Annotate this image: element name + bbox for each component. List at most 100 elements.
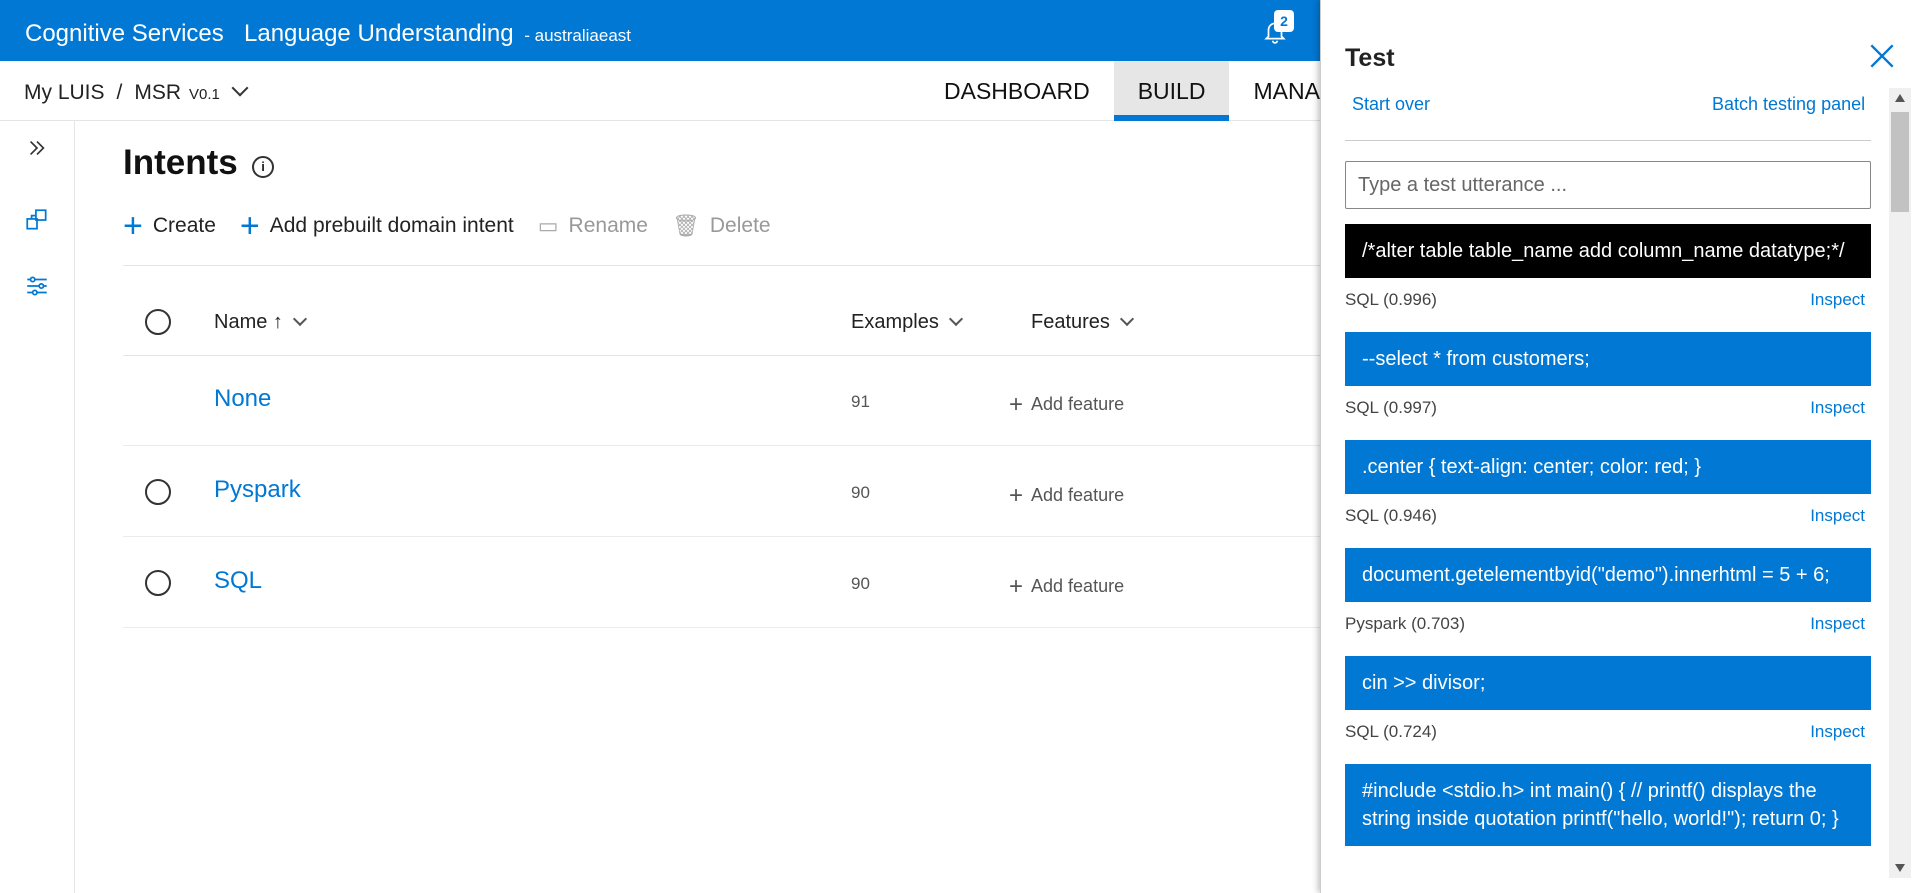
inspect-link[interactable]: Inspect [1810, 722, 1865, 742]
intent-name-link[interactable]: SQL [214, 567, 262, 595]
create-label: Create [152, 214, 216, 237]
select-all-radio[interactable] [145, 309, 171, 335]
list-item: document.getelementbyid("demo").innerhtm… [1345, 548, 1871, 656]
list-item: --select * from customers; SQL (0.997) I… [1345, 332, 1871, 440]
breadcrumb-app-name[interactable]: MSR [134, 81, 181, 104]
plus-icon: + [1009, 391, 1024, 418]
app-assets-icon[interactable] [24, 207, 50, 233]
add-feature-button[interactable]: + Add feature [1009, 480, 1125, 509]
test-utterance-input[interactable] [1345, 161, 1871, 209]
list-item: .center { text-align: center; color: red… [1345, 440, 1871, 548]
utterance-bubble[interactable]: --select * from customers; [1345, 332, 1871, 386]
utterance-bubble[interactable]: cin >> divisor; [1345, 656, 1871, 710]
column-examples-label: Examples [851, 311, 939, 333]
column-header-examples[interactable]: Examples [851, 311, 963, 334]
prediction-row: SQL (0.997) Inspect [1345, 386, 1871, 440]
breadcrumb-separator: / [116, 81, 123, 104]
add-feature-label: Add feature [1031, 485, 1125, 505]
product-title[interactable]: Language Understanding - australiaeast [244, 20, 631, 48]
add-prebuilt-intent-button[interactable]: + Add prebuilt domain intent [239, 207, 514, 245]
examples-count: 90 [851, 574, 870, 593]
column-header-name[interactable]: Name ↑ [214, 311, 307, 334]
info-icon[interactable]: i [252, 156, 274, 178]
product-name: Language Understanding [244, 20, 514, 47]
inspect-link[interactable]: Inspect [1810, 614, 1865, 634]
scroll-down-arrow-icon[interactable] [1895, 864, 1905, 872]
utterance-bubble[interactable]: /*alter table table_name add column_name… [1345, 224, 1871, 278]
examples-count: 91 [851, 392, 870, 411]
add-feature-button[interactable]: + Add feature [1009, 571, 1125, 600]
rename-icon: ▭ [537, 213, 559, 238]
intent-name-link[interactable]: None [214, 385, 271, 413]
column-header-features[interactable]: Features [1031, 311, 1135, 334]
list-item: cin >> divisor; SQL (0.724) Inspect [1345, 656, 1871, 764]
breadcrumb: My LUIS / MSR V0.1 [24, 79, 249, 105]
chevron-down-icon[interactable] [1119, 311, 1135, 327]
brand-link[interactable]: Cognitive Services [25, 20, 224, 48]
breadcrumb-my-luis[interactable]: My LUIS [24, 81, 105, 104]
examples-count: 90 [851, 483, 870, 502]
utterance-bubble[interactable]: .center { text-align: center; color: red… [1345, 440, 1871, 494]
top-intent-score: SQL (0.997) [1345, 398, 1437, 417]
prediction-row: Pyspark (0.703) Inspect [1345, 602, 1871, 656]
plus-icon: + [239, 207, 260, 245]
scrollbar-thumb[interactable] [1891, 112, 1909, 212]
add-prebuilt-label: Add prebuilt domain intent [269, 214, 514, 237]
column-name-label: Name ↑ [214, 311, 283, 333]
row-select-radio[interactable] [145, 570, 171, 596]
tab-dashboard[interactable]: DASHBOARD [920, 61, 1114, 121]
top-intent-score: SQL (0.946) [1345, 506, 1437, 525]
expand-sidebar-icon[interactable] [26, 137, 48, 159]
test-panel-scrollbar[interactable] [1889, 88, 1911, 878]
delete-button[interactable]: 🗑 Delete [672, 213, 771, 239]
scroll-up-arrow-icon[interactable] [1895, 94, 1905, 102]
version-label: V0.1 [189, 86, 220, 103]
chevron-down-icon[interactable] [292, 311, 307, 327]
prediction-row: SQL (0.724) Inspect [1345, 710, 1871, 764]
inspect-link[interactable]: Inspect [1810, 398, 1865, 418]
table-row[interactable]: None 91 + Add feature [123, 356, 1320, 446]
table-row[interactable]: Pyspark 90 + Add feature [123, 447, 1320, 537]
list-item: #include <stdio.h> int main() { // print… [1345, 764, 1871, 846]
region-label: - australiaeast [524, 26, 632, 45]
add-feature-label: Add feature [1031, 576, 1125, 596]
delete-label: Delete [709, 214, 771, 237]
divider [1345, 140, 1871, 141]
utterance-bubble[interactable]: document.getelementbyid("demo").innerhtm… [1345, 548, 1871, 602]
rename-button[interactable]: ▭ Rename [538, 213, 648, 239]
settings-sliders-icon[interactable] [24, 273, 50, 299]
list-item: /*alter table table_name add column_name… [1345, 224, 1871, 332]
tab-build[interactable]: BUILD [1113, 61, 1230, 121]
plus-icon: + [123, 207, 143, 245]
close-icon[interactable] [1866, 40, 1898, 72]
version-dropdown-chevron-icon[interactable] [231, 79, 249, 97]
create-button[interactable]: + Create [123, 207, 216, 245]
divider [123, 265, 1320, 266]
chevron-down-icon[interactable] [948, 311, 963, 327]
notification-count-badge: 2 [1274, 10, 1294, 32]
main-nav-tabs: DASHBOARD BUILD MANAGE [920, 61, 1377, 121]
row-select-radio[interactable] [145, 479, 171, 505]
add-feature-label: Add feature [1031, 394, 1125, 414]
trash-icon: 🗑 [671, 213, 700, 238]
test-panel-title: Test [1345, 44, 1395, 72]
main-content: Intents i + Create + Add prebuilt domain… [76, 121, 1320, 893]
plus-icon: + [1009, 573, 1024, 600]
intent-name-link[interactable]: Pyspark [214, 476, 301, 504]
inspect-link[interactable]: Inspect [1810, 290, 1865, 310]
test-results-list: /*alter table table_name add column_name… [1345, 224, 1871, 876]
top-intent-score: SQL (0.996) [1345, 290, 1437, 309]
prediction-row: SQL (0.946) Inspect [1345, 494, 1871, 548]
inspect-link[interactable]: Inspect [1810, 506, 1865, 526]
test-panel: Test Start over Batch testing panel /*al… [1320, 0, 1920, 893]
top-intent-score: Pyspark (0.703) [1345, 614, 1465, 633]
left-rail [0, 121, 75, 893]
prediction-row: SQL (0.996) Inspect [1345, 278, 1871, 332]
top-intent-score: SQL (0.724) [1345, 722, 1437, 741]
batch-testing-panel-link[interactable]: Batch testing panel [1712, 94, 1865, 115]
table-row[interactable]: SQL 90 + Add feature [123, 538, 1320, 628]
command-bar: + Create + Add prebuilt domain intent ▭ … [123, 201, 795, 251]
add-feature-button[interactable]: + Add feature [1009, 389, 1125, 418]
utterance-bubble[interactable]: #include <stdio.h> int main() { // print… [1345, 764, 1871, 846]
start-over-link[interactable]: Start over [1352, 94, 1430, 115]
